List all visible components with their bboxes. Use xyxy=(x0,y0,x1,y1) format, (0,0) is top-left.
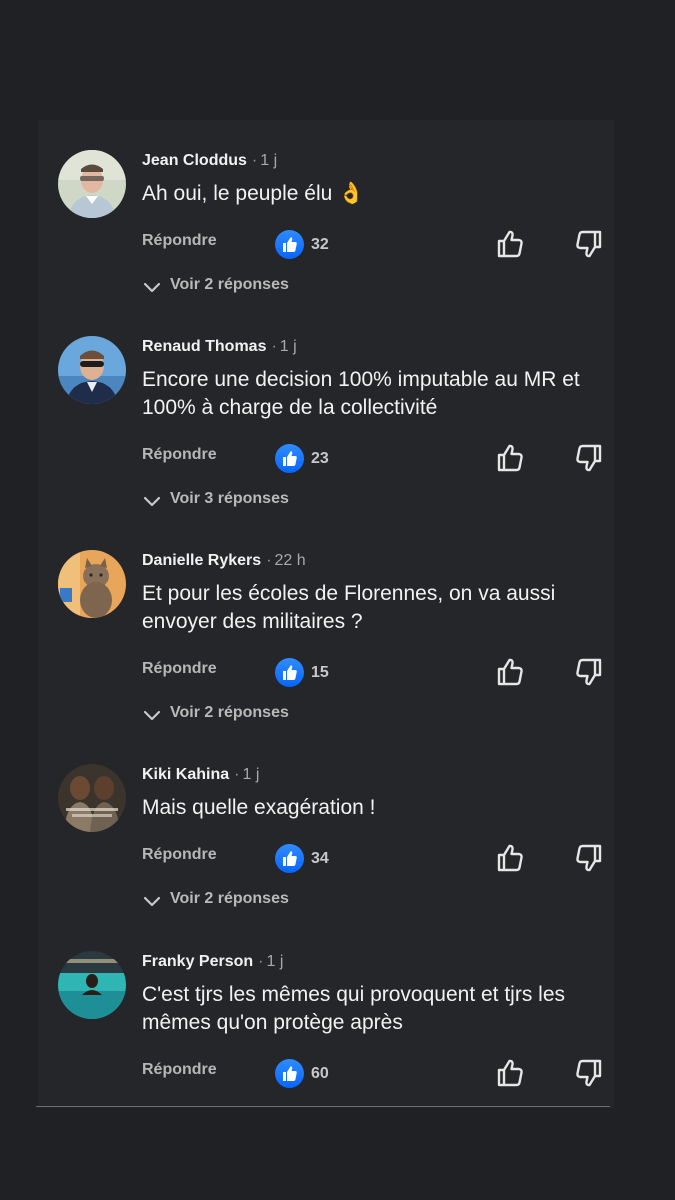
view-replies-label: Voir 2 réponses xyxy=(170,704,289,721)
comment-meta: Kiki Kahina · 1 j xyxy=(142,766,259,784)
chevron-down-icon xyxy=(142,892,162,910)
thumbs-down-icon[interactable] xyxy=(571,440,607,476)
thumbs-up-icon[interactable] xyxy=(492,1055,528,1091)
comment-actions: Répondre 32 xyxy=(0,226,675,266)
comment-text: Et pour les écoles de Florennes, on va a… xyxy=(142,582,556,633)
comment-text: Mais quelle exagération ! xyxy=(142,796,376,819)
separator-dot: · xyxy=(258,953,264,970)
comment-meta: Danielle Rykers · 22 h xyxy=(142,552,306,570)
separator-dot: · xyxy=(234,766,240,783)
comment-time: 22 h xyxy=(274,552,306,569)
like-reaction-icon xyxy=(275,1059,304,1088)
reply-button[interactable]: Répondre xyxy=(142,1061,217,1079)
separator-dot: · xyxy=(271,338,277,355)
comment-time: 1 j xyxy=(242,766,260,783)
comment-time: 1 j xyxy=(279,338,297,355)
comment-text: Ah oui, le peuple élu 👌 xyxy=(142,182,365,205)
view-replies-label: Voir 2 réponses xyxy=(170,890,289,907)
like-reaction-icon xyxy=(275,444,304,473)
author-name[interactable]: Kiki Kahina xyxy=(142,766,229,783)
comment-meta: Franky Person · 1 j xyxy=(142,953,283,971)
comment-time: 1 j xyxy=(260,152,278,169)
comment-item: Danielle Rykers · 22 h Et pour les écoles … xyxy=(0,550,675,721)
thumbs-down-icon[interactable] xyxy=(571,1055,607,1091)
reply-button[interactable]: Répondre xyxy=(142,846,217,864)
author-name[interactable]: Franky Person xyxy=(142,953,253,970)
thumbs-up-icon[interactable] xyxy=(492,840,528,876)
like-count: 60 xyxy=(311,1065,329,1082)
reply-button[interactable]: Répondre xyxy=(142,660,217,678)
comment-actions: Répondre 34 xyxy=(0,840,675,880)
bottom-divider xyxy=(36,1106,610,1107)
comment-item: Franky Person · 1 j C'est tjrs les mêmes q… xyxy=(0,951,675,1121)
like-count: 32 xyxy=(311,236,329,253)
avatar[interactable] xyxy=(58,336,126,404)
thumbs-up-icon[interactable] xyxy=(492,226,528,262)
view-replies-label: Voir 2 réponses xyxy=(170,276,289,293)
avatar[interactable] xyxy=(58,150,126,218)
thumbs-up-icon[interactable] xyxy=(492,654,528,690)
separator-dot: · xyxy=(251,152,258,169)
comment-text: C'est tjrs les mêmes qui provoquent et t… xyxy=(142,983,566,1034)
comment-meta: Jean Cloddus · 1 j xyxy=(142,152,277,170)
separator-dot: · xyxy=(266,552,272,569)
author-name[interactable]: Jean Cloddus xyxy=(142,152,247,169)
thumbs-down-icon[interactable] xyxy=(571,226,607,262)
author-name[interactable]: Danielle Rykers xyxy=(142,552,261,569)
thumbs-up-icon[interactable] xyxy=(492,440,528,476)
author-name[interactable]: Renaud Thomas xyxy=(142,338,266,355)
like-count: 34 xyxy=(311,850,329,867)
comment-text: Encore une decision 100% imputable au MR… xyxy=(142,368,580,419)
comment-time: 1 j xyxy=(266,953,284,970)
like-count: 23 xyxy=(311,450,329,467)
comment-item: Kiki Kahina · 1 j Mais quelle exagération … xyxy=(0,764,675,934)
comment-actions: Répondre 23 xyxy=(0,440,675,480)
avatar[interactable] xyxy=(58,764,126,832)
avatar[interactable] xyxy=(58,951,126,1019)
comment-actions: Répondre 60 xyxy=(0,1055,675,1095)
reply-button[interactable]: Répondre xyxy=(142,446,217,464)
like-reaction-icon xyxy=(275,844,304,873)
like-reaction-icon xyxy=(275,230,304,259)
chevron-down-icon xyxy=(142,278,162,296)
chevron-down-icon xyxy=(142,492,162,510)
thumbs-down-icon[interactable] xyxy=(571,840,607,876)
avatar[interactable] xyxy=(58,550,126,618)
view-replies-label: Voir 3 réponses xyxy=(170,490,289,507)
comment-item: Jean Cloddus · 1 j Ah oui, le peuple élu 👌… xyxy=(0,150,675,320)
comment-meta: Renaud Thomas · 1 j xyxy=(142,338,297,356)
chevron-down-icon xyxy=(142,706,162,724)
comment-actions: Répondre 15 xyxy=(0,654,675,694)
like-reaction-icon xyxy=(275,658,304,687)
like-count: 15 xyxy=(311,664,329,681)
thumbs-down-icon[interactable] xyxy=(571,654,607,690)
reply-button[interactable]: Répondre xyxy=(142,232,217,250)
comment-item: Renaud Thomas · 1 j Encore une decision 10… xyxy=(0,336,675,507)
